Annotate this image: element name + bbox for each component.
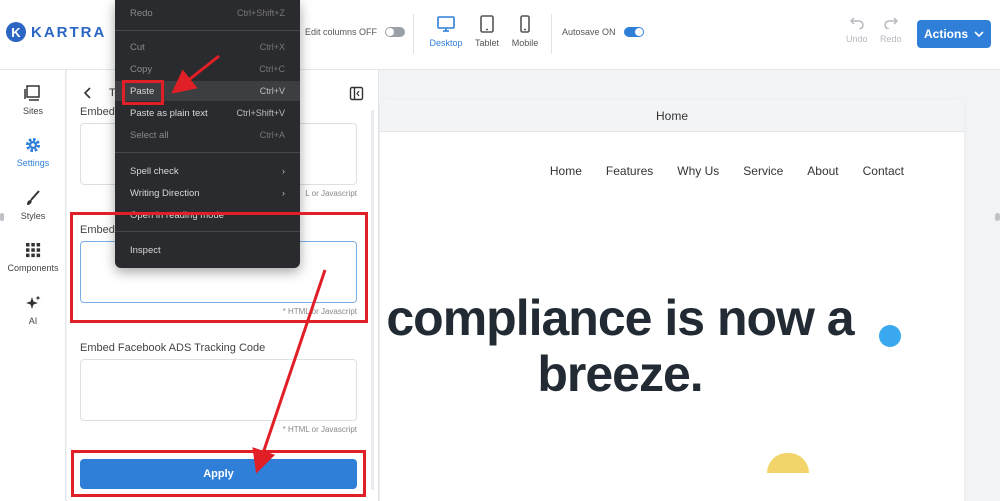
- menu-item-copy[interactable]: Copy Ctrl+C: [115, 59, 300, 79]
- menu-item-label: Redo: [130, 7, 153, 19]
- site-nav-item[interactable]: Service: [743, 164, 783, 178]
- edit-columns-toggle[interactable]: [385, 27, 406, 37]
- undo-label: Undo: [846, 34, 868, 44]
- menu-item-redo[interactable]: Redo Ctrl+Shift+Z: [115, 3, 300, 23]
- preview-page-name: Home: [380, 100, 964, 132]
- field-label: Embed Facebook ADS Tracking Code: [80, 342, 266, 354]
- sidebar-item-sites[interactable]: Sites: [0, 84, 66, 116]
- annotation-box-field: [70, 212, 368, 323]
- field-hint: * HTML or Javascript: [282, 425, 357, 434]
- menu-item-spell-check[interactable]: Spell check ›: [115, 161, 300, 181]
- hero-headline: compliance is now a breeze.: [380, 290, 870, 402]
- site-navigation: Home Features Why Us Service About Conta…: [550, 164, 904, 178]
- panel-scrollbar[interactable]: [371, 110, 374, 490]
- site-nav-item[interactable]: Contact: [863, 164, 904, 178]
- menu-item-shortcut: Ctrl+C: [259, 64, 285, 74]
- desktop-icon: [437, 16, 455, 32]
- sidebar-item-components[interactable]: Components: [0, 241, 66, 273]
- device-mobile-button[interactable]: Mobile: [503, 14, 547, 56]
- site-nav-item[interactable]: Why Us: [677, 164, 719, 178]
- menu-item-shortcut: Ctrl+V: [259, 86, 285, 96]
- device-desktop-label: Desktop: [429, 38, 463, 48]
- menu-item-select-all[interactable]: Select all Ctrl+A: [115, 125, 300, 145]
- mobile-icon: [520, 15, 530, 33]
- facebook-ads-tracking-textarea[interactable]: [80, 359, 357, 421]
- field-label: Embed: [80, 106, 115, 118]
- sidebar-item-styles[interactable]: Styles: [0, 189, 66, 221]
- menu-item-shortcut: Ctrl+Shift+V: [236, 108, 285, 118]
- device-desktop-button[interactable]: Desktop: [424, 14, 468, 56]
- grid-icon: [26, 243, 41, 258]
- site-nav-item[interactable]: Features: [606, 164, 653, 178]
- menu-item-shortcut: Ctrl+Shift+Z: [236, 8, 285, 18]
- actions-label: Actions: [923, 27, 968, 41]
- actions-button[interactable]: Actions: [917, 20, 991, 48]
- menu-item-shortcut: Ctrl+A: [259, 130, 285, 140]
- collapse-panel-icon[interactable]: [349, 86, 364, 101]
- sidebar-label: Settings: [16, 158, 50, 168]
- sidebar-label: Styles: [20, 211, 46, 221]
- sites-icon: [24, 85, 40, 101]
- undo-button[interactable]: Undo: [846, 17, 868, 44]
- kartra-logo[interactable]: K KARTRA: [6, 22, 106, 42]
- menu-item-label: Select all: [130, 129, 169, 141]
- menu-item-shortcut: Ctrl+X: [259, 42, 285, 52]
- device-mobile-label: Mobile: [511, 38, 539, 48]
- redo-button[interactable]: Redo: [880, 17, 902, 44]
- gear-icon: [26, 138, 40, 152]
- menu-item-label: Writing Direction: [130, 187, 200, 199]
- back-arrow-icon[interactable]: [81, 86, 95, 100]
- device-tablet-label: Tablet: [474, 38, 500, 48]
- autosave-toggle[interactable]: [623, 27, 644, 37]
- menu-item-label: Paste as plain text: [130, 107, 208, 119]
- left-edge-handle[interactable]: [0, 213, 4, 221]
- toolbar-divider: [413, 14, 414, 54]
- toolbar-divider: [551, 14, 552, 54]
- edit-columns-label: Edit columns OFF: [305, 27, 378, 37]
- edit-columns-toggle-group[interactable]: Edit columns OFF: [305, 27, 406, 37]
- right-edge-handle[interactable]: [995, 213, 1000, 221]
- sidebar-label: AI: [28, 316, 38, 326]
- left-rail: Sites Settings Styles Components AI: [0, 70, 66, 501]
- site-nav-item[interactable]: Home: [550, 164, 582, 178]
- sparkle-icon: [26, 295, 41, 309]
- undo-icon: [849, 17, 864, 29]
- annotation-box-paste: [122, 80, 164, 105]
- logo-mark: K: [6, 22, 26, 42]
- sidebar-label: Components: [7, 263, 59, 273]
- menu-item-paste-plain[interactable]: Paste as plain text Ctrl+Shift+V: [115, 103, 300, 123]
- sidebar-label: Sites: [22, 106, 43, 116]
- site-nav-item[interactable]: About: [807, 164, 838, 178]
- redo-icon: [884, 17, 898, 29]
- page-preview: Home Home Features Why Us Service About …: [380, 100, 964, 501]
- menu-separator: [115, 152, 300, 153]
- brush-icon: [27, 190, 40, 205]
- sidebar-item-settings[interactable]: Settings: [0, 136, 66, 168]
- menu-item-label: Spell check: [130, 165, 179, 177]
- decorative-blue-dot: [879, 325, 901, 347]
- menu-separator: [115, 30, 300, 31]
- hero-line: breeze.: [537, 346, 703, 402]
- autosave-toggle-group[interactable]: Autosave ON: [562, 27, 644, 37]
- autosave-label: Autosave ON: [562, 27, 616, 37]
- menu-item-label: Cut: [130, 41, 145, 53]
- chevron-right-icon: ›: [282, 188, 285, 198]
- hero-line: compliance is now a: [386, 290, 854, 346]
- sidebar-item-ai[interactable]: AI: [0, 294, 66, 326]
- menu-item-cut[interactable]: Cut Ctrl+X: [115, 37, 300, 57]
- menu-item-label: Copy: [130, 63, 153, 75]
- tablet-icon: [480, 15, 494, 33]
- annotation-box-apply: [71, 450, 366, 497]
- menu-item-writing-direction[interactable]: Writing Direction ›: [115, 183, 300, 203]
- redo-label: Redo: [880, 34, 902, 44]
- decorative-yellow-shape: [767, 453, 809, 473]
- chevron-down-icon: [974, 31, 984, 38]
- chevron-right-icon: ›: [282, 166, 285, 176]
- logo-text: KARTRA: [31, 23, 107, 41]
